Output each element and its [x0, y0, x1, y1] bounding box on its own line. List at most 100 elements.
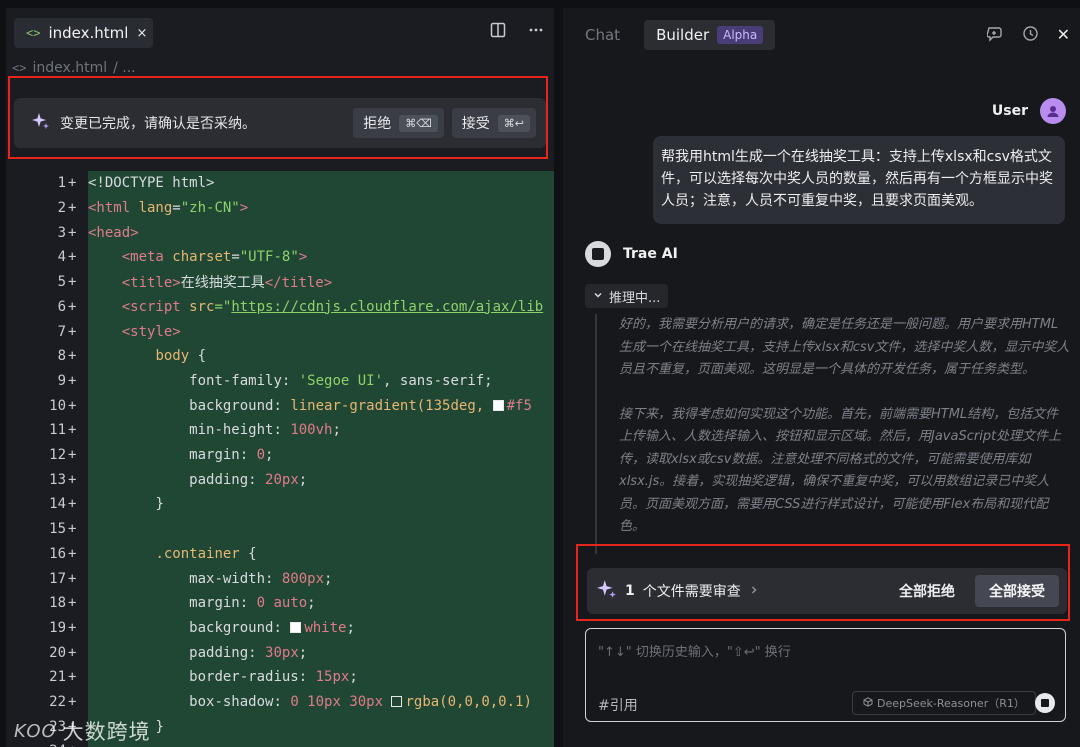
code-line: 15 +: [6, 517, 554, 542]
code-area[interactable]: 1 + <!DOCTYPE html> 2 + <html lang="zh-CN"> …: [6, 171, 554, 747]
line-number: 1: [57, 175, 66, 192]
color-swatch: [391, 696, 403, 708]
change-review-bar: 变更已完成，请确认是否采纳。 拒绝 ⌘⌫ 接受 ⌘↩: [14, 98, 546, 148]
reject-label: 拒绝: [363, 116, 392, 132]
code-line: 12 + margin: 0;: [6, 443, 554, 468]
tab-label: index.html: [48, 24, 129, 42]
line-number: 14: [49, 496, 66, 513]
thinking-paragraph: 好的，我需要分析用户的请求，确定是任务还是一般问题。用户要求用HTML生成一个在…: [619, 317, 1070, 377]
added-marker: +: [68, 372, 77, 389]
editor-tabbar: <> index.html ×: [6, 8, 554, 58]
line-number: 4: [57, 249, 66, 266]
tab-chat[interactable]: Chat: [573, 20, 632, 50]
breadcrumb: <> index.html / ...: [12, 60, 136, 76]
added-marker: +: [68, 224, 77, 241]
tab-builder-label: Builder: [656, 26, 710, 44]
split-view-icon[interactable]: [490, 22, 506, 42]
stop-icon[interactable]: [1035, 693, 1055, 713]
code-line: 18 + margin: 0 auto;: [6, 591, 554, 616]
color-swatch: [290, 621, 302, 633]
breadcrumb-file[interactable]: index.html: [32, 60, 107, 76]
model-selector[interactable]: DeepSeek-Reasoner（R1）: [852, 691, 1036, 715]
panel-actions: ✕: [985, 25, 1070, 46]
code-icon: <>: [26, 26, 41, 40]
reject-all-button[interactable]: 全部拒绝: [889, 581, 965, 601]
trae-logo-icon: [585, 241, 611, 267]
added-marker: +: [68, 298, 77, 315]
breadcrumb-sep: / ...: [113, 60, 136, 76]
accept-shortcut: ⌘↩: [497, 114, 530, 132]
line-number: 22: [49, 694, 66, 711]
code-line: 10 + background: linear-gradient(135deg, …: [6, 393, 554, 418]
line-number: 2: [57, 200, 66, 217]
review-label[interactable]: 个文件需要审查: [643, 581, 741, 601]
reject-button[interactable]: 拒绝 ⌘⌫: [353, 108, 444, 138]
chevron-down-icon: [593, 289, 603, 304]
added-marker: +: [68, 595, 77, 612]
panel-tabs: Chat Builder Alpha: [573, 20, 776, 50]
new-chat-icon[interactable]: [985, 25, 1004, 46]
user-name: User: [991, 103, 1028, 119]
added-marker: +: [68, 249, 77, 266]
chat-input[interactable]: "↑↓" 切换历史输入，"⇧↩" 换行 #引用 DeepSeek-Reasone…: [585, 628, 1066, 722]
added-marker: +: [68, 545, 77, 562]
added-marker: +: [68, 348, 77, 365]
accept-button[interactable]: 接受 ⌘↩: [451, 108, 536, 138]
line-number: 9: [57, 372, 66, 389]
review-count: 1: [625, 583, 635, 599]
close-icon[interactable]: ×: [136, 26, 147, 41]
history-icon[interactable]: [1022, 25, 1039, 46]
code-line: 3 + <head>: [6, 220, 554, 245]
line-number: 7: [57, 323, 66, 340]
code-line: 8 + body {: [6, 344, 554, 369]
added-marker: +: [68, 570, 77, 587]
added-marker: +: [68, 397, 77, 414]
alpha-badge: Alpha: [717, 26, 764, 44]
thinking-paragraph: 接下来，我得考虑如何实现这个功能。首先，前端需要HTML结构，包括文件上传输入、…: [619, 406, 1062, 535]
line-number: 5: [57, 274, 66, 291]
sparkle-icon: [32, 112, 50, 134]
code-line: 11 + min-height: 100vh;: [6, 418, 554, 443]
user-header: User: [992, 98, 1066, 124]
line-number: 11: [49, 422, 66, 439]
thinking-content: 好的，我需要分析用户的请求，确定是任务还是一般问题。用户要求用HTML生成一个在…: [595, 314, 1071, 554]
line-number: 17: [49, 570, 66, 587]
line-number: 21: [49, 669, 66, 686]
chevron-right-icon[interactable]: [749, 583, 759, 599]
line-number: 6: [57, 298, 66, 315]
accept-label: 接受: [461, 116, 490, 132]
line-number: 20: [49, 644, 66, 661]
code-line: 20 + padding: 30px;: [6, 640, 554, 665]
code-line: 16 + .container {: [6, 542, 554, 567]
input-placeholder: "↑↓" 切换历史输入，"⇧↩" 换行: [598, 645, 791, 660]
accept-all-button[interactable]: 全部接受: [975, 575, 1059, 607]
added-marker: +: [68, 447, 77, 464]
code-line: 17 + max-width: 800px;: [6, 566, 554, 591]
line-number: 8: [57, 348, 66, 365]
cite-button[interactable]: #引用: [598, 695, 638, 715]
watermark-text: 大数跨境: [62, 720, 151, 744]
added-marker: +: [68, 644, 77, 661]
line-number: 19: [49, 619, 66, 636]
ai-panel: Chat Builder Alpha ✕ User 帮我用html生成一个在线抽…: [563, 8, 1080, 747]
code-line: 14 + }: [6, 492, 554, 517]
added-marker: +: [68, 175, 77, 192]
close-icon[interactable]: ✕: [1057, 25, 1070, 46]
code-line: 6 + <script src="https://cdnjs.cloudflare…: [6, 295, 554, 320]
cube-icon: [863, 696, 873, 710]
added-marker: +: [68, 422, 77, 439]
added-marker: +: [68, 496, 77, 513]
ai-name: Trae AI: [623, 246, 678, 262]
code-line: 22 + box-shadow: 0 10px 30px rgba(0,0,0,0…: [6, 690, 554, 715]
thinking-label: 推理中...: [609, 290, 661, 306]
more-icon[interactable]: [528, 22, 544, 42]
tab-builder[interactable]: Builder Alpha: [644, 20, 776, 50]
watermark: KOO 大数跨境: [14, 716, 151, 746]
code-line: 5 + <title>在线抽奖工具</title>: [6, 270, 554, 295]
thinking-toggle[interactable]: 推理中...: [585, 284, 669, 308]
code-line: 2 + <html lang="zh-CN">: [6, 196, 554, 221]
added-marker: +: [68, 521, 77, 538]
line-number: 3: [57, 224, 66, 241]
code-icon: <>: [12, 61, 27, 75]
tab-index-html[interactable]: <> index.html ×: [14, 18, 153, 48]
